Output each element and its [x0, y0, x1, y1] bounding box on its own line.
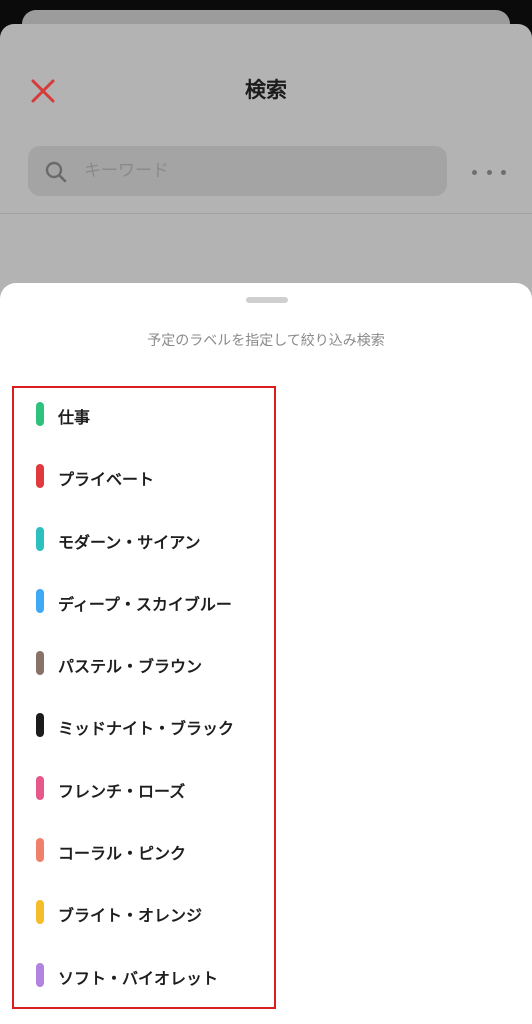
sheet-grabber[interactable] [246, 297, 288, 303]
page-title: 検索 [245, 78, 287, 102]
label-color-swatch [36, 713, 44, 737]
label-color-swatch [36, 651, 44, 675]
search-input[interactable] [84, 158, 424, 184]
label-color-swatch [36, 963, 44, 987]
label-item-work[interactable]: 仕事 [14, 388, 274, 440]
more-dots-icon [486, 169, 492, 175]
label-item-french-rose[interactable]: フレンチ・ローズ [14, 762, 274, 814]
more-options-button[interactable] [472, 162, 506, 182]
label-name: ブライト・オレンジ [58, 906, 203, 925]
label-name: ミッドナイト・ブラック [58, 719, 235, 738]
label-color-swatch [36, 527, 44, 551]
more-dots-icon [472, 169, 477, 175]
label-name: パステル・ブラウン [58, 657, 203, 676]
label-item-private[interactable]: プライベート [14, 450, 274, 502]
label-color-swatch [36, 464, 44, 488]
search-icon [45, 161, 67, 183]
label-list: 仕事 プライベート モダーン・サイアン ディープ・スカイブルー パステル・ブラウ… [12, 386, 276, 1009]
label-item-midnight-black[interactable]: ミッドナイト・ブラック [14, 699, 274, 751]
label-item-modern-cyan[interactable]: モダーン・サイアン [14, 513, 274, 565]
label-item-pastel-brown[interactable]: パステル・ブラウン [14, 637, 274, 689]
label-name: モダーン・サイアン [58, 533, 201, 552]
label-name: 仕事 [58, 408, 91, 427]
label-color-swatch [36, 589, 44, 613]
label-color-swatch [36, 900, 44, 924]
label-name: コーラル・ピンク [58, 844, 187, 863]
label-color-swatch [36, 838, 44, 862]
label-name: フレンチ・ローズ [58, 782, 186, 801]
label-name: プライベート [58, 470, 155, 489]
divider [0, 213, 532, 214]
sheet-title: 予定のラベルを指定して絞り込み検索 [147, 333, 385, 349]
more-dots-icon [501, 169, 506, 175]
label-color-swatch [36, 776, 44, 800]
label-filter-sheet: 予定のラベルを指定して絞り込み検索 仕事 プライベート モダーン・サイアン ディ… [0, 283, 532, 1024]
label-name: ディープ・スカイブルー [58, 595, 232, 614]
label-item-deep-sky-blue[interactable]: ディープ・スカイブルー [14, 575, 274, 627]
label-item-coral-pink[interactable]: コーラル・ピンク [14, 824, 274, 876]
search-box[interactable] [28, 146, 447, 196]
label-item-bright-orange[interactable]: ブライト・オレンジ [14, 886, 274, 938]
label-color-swatch [36, 402, 44, 426]
label-name: ソフト・バイオレット [58, 969, 219, 988]
label-item-soft-violet[interactable]: ソフト・バイオレット [14, 949, 274, 1001]
